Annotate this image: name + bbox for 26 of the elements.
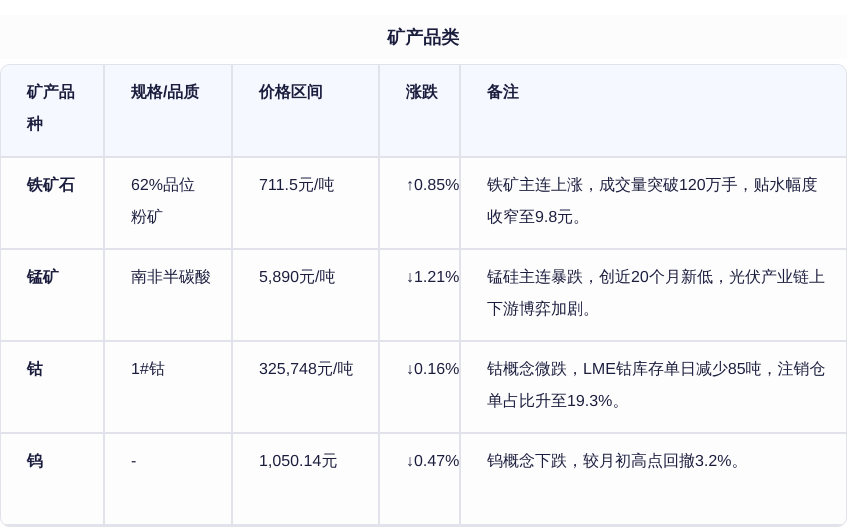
table-cell: 5,890元/吨 (232, 249, 379, 341)
table-cell: 1,050.14元 (232, 433, 379, 525)
table-cell: 711.5元/吨 (232, 157, 379, 249)
column-header: 矿产品种 (1, 65, 104, 157)
table-cell: - (104, 433, 232, 525)
table-cell: ↓0.16% (379, 341, 460, 433)
table-cell: 锰矿 (1, 249, 104, 341)
table-title: 矿产品类 (388, 26, 460, 48)
table-cell: 南非半碳酸 (104, 249, 232, 341)
column-header: 规格/品质 (104, 65, 232, 157)
column-header: 涨跌 (379, 65, 460, 157)
table-cell: 325,748元/吨 (232, 341, 379, 433)
table-cell: ↑0.85% (379, 157, 460, 249)
table-cell: 钨 (1, 433, 104, 525)
table-cell: 62%品位粉矿 (104, 157, 232, 249)
table-cell: 钨概念下跌，较月初高点回撤3.2%。 (460, 433, 846, 525)
table-cell: 铁矿主连上涨，成交量突破120万手，贴水幅度收窄至9.8元。 (460, 157, 846, 249)
table-cell: ↓1.21% (379, 249, 460, 341)
table-cell: 钴概念微跌，LME钴库存单日减少85吨，注销仓单占比升至19.3%。 (460, 341, 846, 433)
table-cell: 钴 (1, 341, 104, 433)
column-header: 价格区间 (232, 65, 379, 157)
column-header: 备注 (460, 65, 846, 157)
table-cell: ↓0.47% (379, 433, 460, 525)
table-cell: 1#钴 (104, 341, 232, 433)
table-cell: 锰硅主连暴跌，创近20个月新低，光伏产业链上下游博弈加剧。 (460, 249, 846, 341)
table-cell: 铁矿石 (1, 157, 104, 249)
